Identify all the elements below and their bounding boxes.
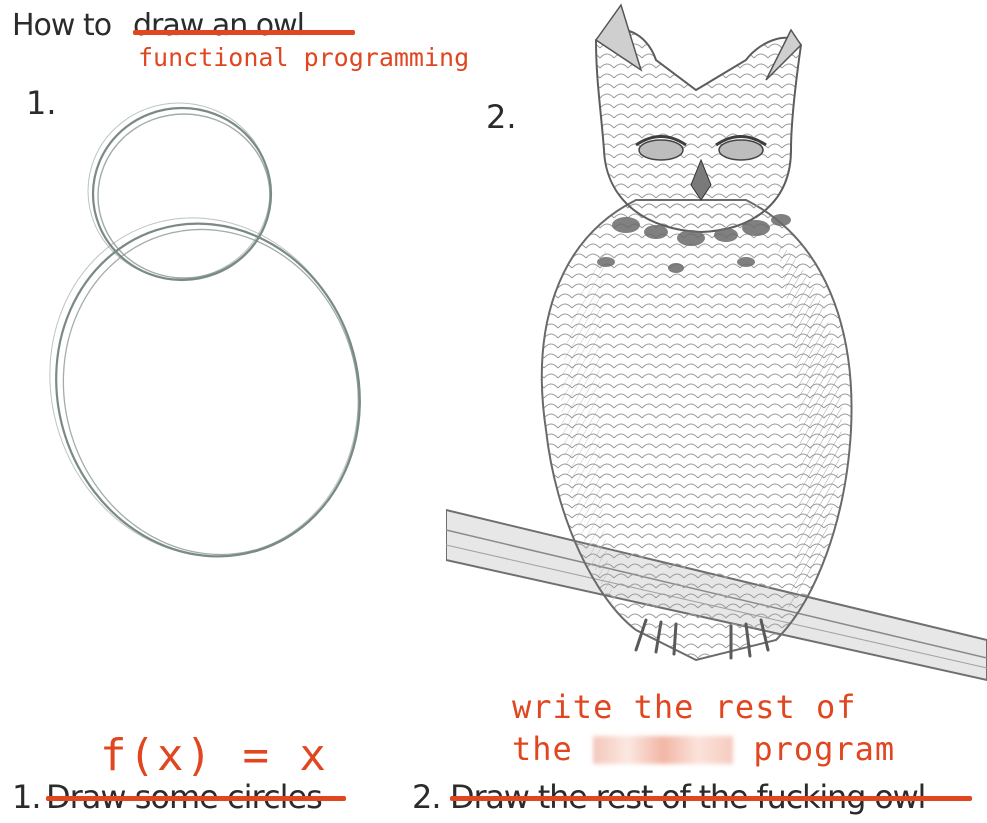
caption1-replacement: f(x) = x [100, 730, 328, 781]
title-prefix: How to [12, 8, 112, 43]
title-struck-text: draw an owl [133, 8, 305, 43]
caption2-prefix: 2. [412, 778, 442, 816]
caption2-replacement-line1: write the rest of [512, 688, 857, 726]
title-replacement: functional programming [138, 43, 470, 72]
caption1-strikethrough [46, 796, 346, 801]
caption2-line2-start: the [512, 730, 573, 768]
caption1-prefix: 1. [12, 778, 42, 816]
caption2-line2-end: program [753, 730, 896, 768]
caption2-strikethrough [450, 796, 972, 801]
blurred-word-icon [593, 736, 734, 764]
caption2-replacement-line2: the program [512, 730, 895, 768]
circles-sketch-icon [49, 102, 361, 558]
title-strikethrough [133, 30, 355, 35]
owl-drawing-icon [446, 3, 987, 682]
